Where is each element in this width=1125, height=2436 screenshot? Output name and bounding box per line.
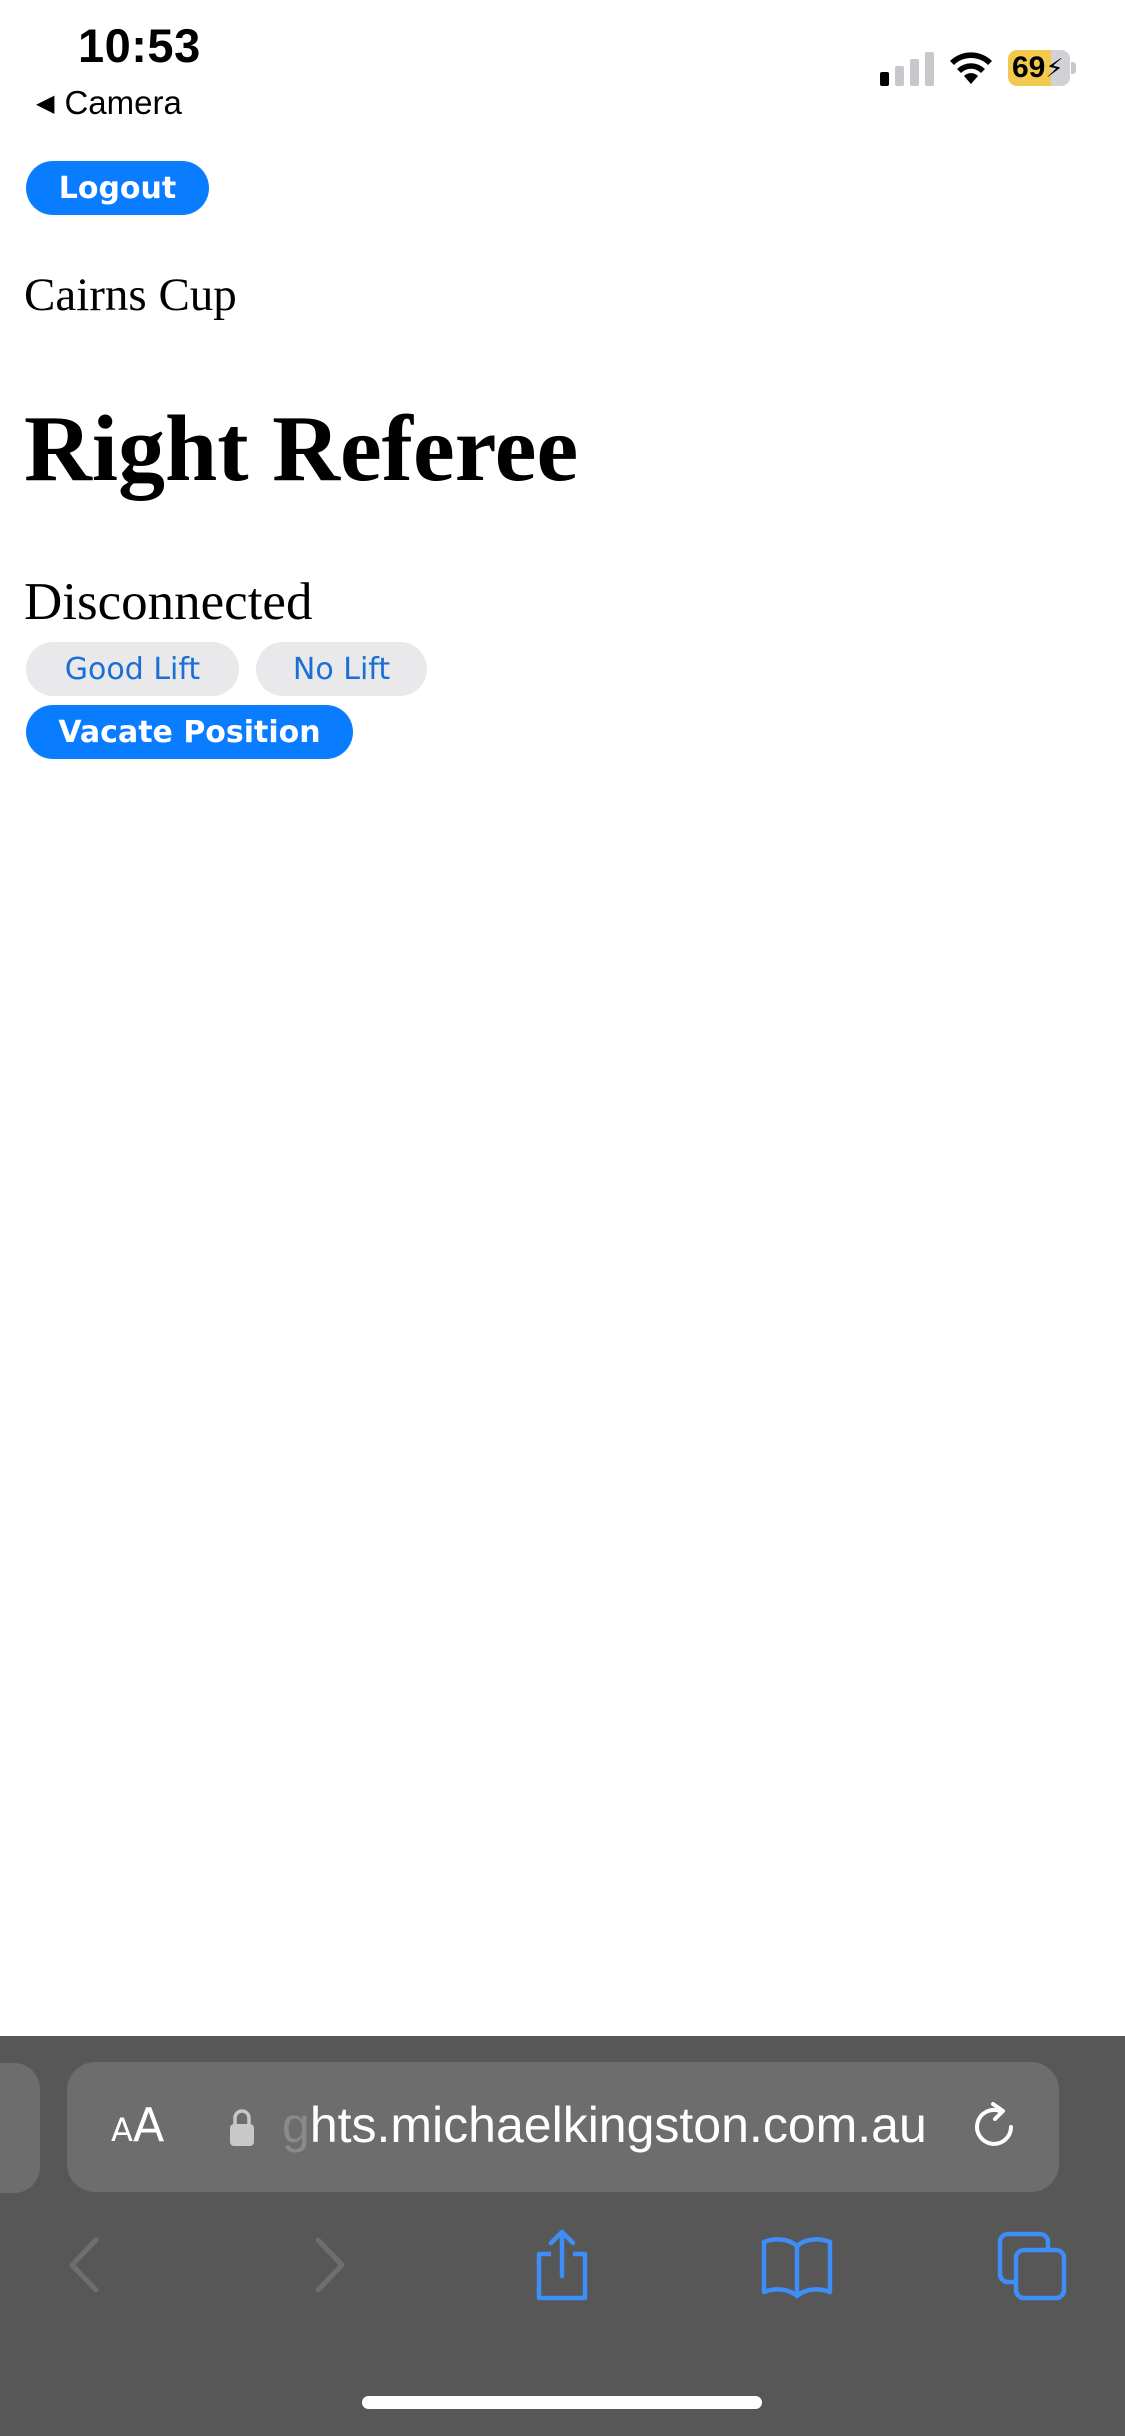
- back-to-app-link[interactable]: ◀ Camera: [36, 84, 182, 122]
- no-lift-button[interactable]: No Lift: [256, 642, 427, 696]
- wifi-icon: [950, 52, 992, 84]
- share-icon[interactable]: [525, 2228, 599, 2302]
- lock-icon: [230, 2109, 254, 2146]
- battery-percent: 69: [1012, 51, 1046, 84]
- cellular-signal-icon: [880, 50, 934, 86]
- reload-icon[interactable]: [967, 2100, 1021, 2154]
- vacate-position-button[interactable]: Vacate Position: [26, 705, 353, 759]
- back-app-label: Camera: [64, 84, 182, 121]
- good-lift-button[interactable]: Good Lift: [26, 642, 239, 696]
- address-bar[interactable]: AA ghts.michaelkingston.com.au: [67, 2062, 1059, 2192]
- previous-tab-peek[interactable]: [0, 2063, 40, 2193]
- home-indicator[interactable]: [362, 2396, 762, 2409]
- status-bar: 10:53 ◀ Camera 69⚡: [0, 0, 1125, 130]
- chevron-left-icon[interactable]: [50, 2228, 124, 2302]
- chevron-right-icon[interactable]: [290, 2228, 364, 2302]
- status-time: 10:53: [78, 19, 201, 72]
- url-text[interactable]: ghts.michaelkingston.com.au: [282, 2096, 927, 2154]
- text-size-button[interactable]: AA: [111, 2098, 164, 2152]
- logout-button[interactable]: Logout: [26, 161, 209, 215]
- back-triangle-icon: ◀: [36, 89, 55, 117]
- battery-charging-icon: 69⚡: [1008, 50, 1076, 86]
- page-title: Right Referee: [24, 397, 579, 501]
- book-icon[interactable]: [760, 2228, 834, 2302]
- tabs-icon[interactable]: [996, 2228, 1070, 2302]
- connection-status: Disconnected: [24, 573, 313, 631]
- competition-name: Cairns Cup: [24, 269, 237, 321]
